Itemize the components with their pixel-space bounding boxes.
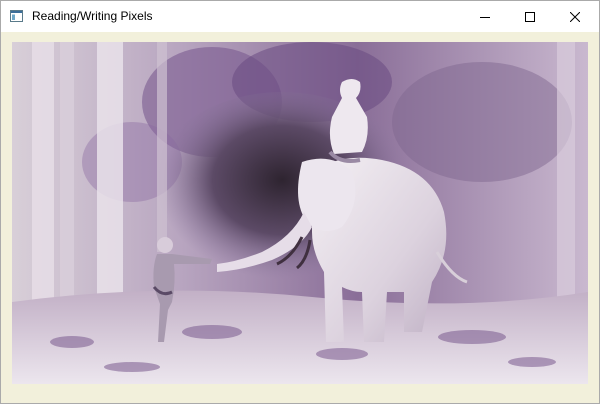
maximize-button[interactable] xyxy=(507,1,552,32)
window-app-icon xyxy=(10,10,23,22)
inverted-photo-elephant-children xyxy=(12,42,588,384)
app-window: Reading/Writing Pixels xyxy=(0,0,600,404)
close-icon xyxy=(569,11,580,22)
client-area xyxy=(1,32,599,403)
close-button[interactable] xyxy=(552,1,597,32)
title-bar[interactable]: Reading/Writing Pixels xyxy=(1,1,599,32)
minimize-button[interactable] xyxy=(462,1,507,32)
window-title: Reading/Writing Pixels xyxy=(32,9,153,23)
maximize-icon xyxy=(524,11,535,22)
inverted-image xyxy=(12,42,588,384)
minimize-icon xyxy=(479,16,490,18)
